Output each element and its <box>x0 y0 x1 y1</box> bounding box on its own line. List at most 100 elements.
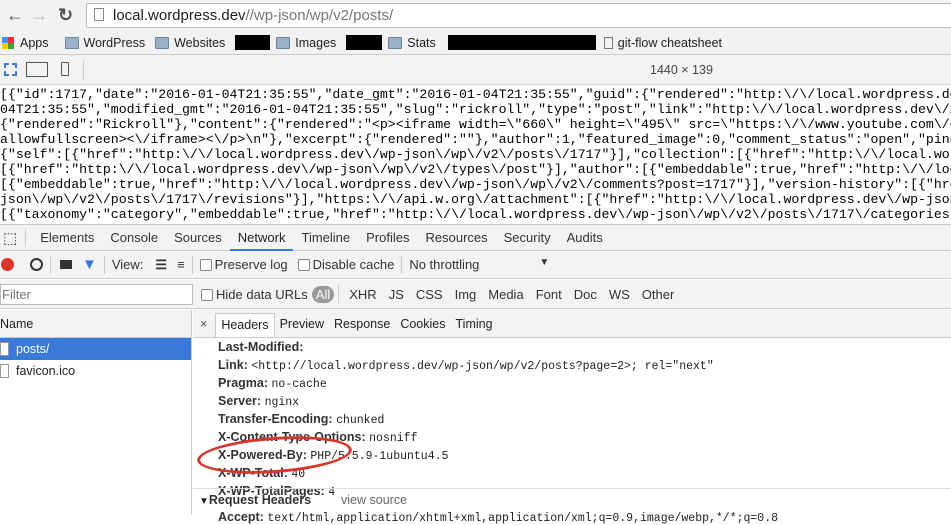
tab-sources[interactable]: Sources <box>166 225 230 251</box>
tab-timing[interactable]: Timing <box>451 313 498 337</box>
type-filter-all[interactable]: All <box>311 285 335 303</box>
type-filter-other[interactable]: Other <box>642 287 675 302</box>
type-filter-xhr[interactable]: XHR <box>349 287 376 302</box>
header-row: Accept: text/html,application/xhtml+xml,… <box>199 510 951 525</box>
bookmark-websites[interactable]: Websites <box>155 36 225 50</box>
detail-tabs: × Headers Preview Response Cookies Timin… <box>193 310 951 338</box>
preserve-log-label: Preserve log <box>214 257 288 272</box>
header-row: Server: nginx <box>218 393 951 411</box>
address-bar[interactable]: local.wordpress.dev//wp-json/wp/v2/posts… <box>86 3 951 28</box>
bookmarks-bar: Apps WordPress Websites Images Stats git… <box>0 31 951 55</box>
json-line: {"self":[{"href":"http:\/\/local.wordpre… <box>0 147 951 162</box>
bookmark-images[interactable]: Images <box>276 36 336 50</box>
tab-preview[interactable]: Preview <box>275 313 329 337</box>
tab-security[interactable]: Security <box>496 225 559 251</box>
divider <box>25 228 27 247</box>
type-filter-img[interactable]: Img <box>455 287 477 302</box>
inspect-element-icon[interactable]: ⬚ <box>3 229 17 247</box>
tab-cookies[interactable]: Cookies <box>395 313 450 337</box>
tab-network[interactable]: Network <box>229 225 294 251</box>
filter-icon[interactable]: ▼ <box>82 256 97 273</box>
devtools-tabs: ⬚ Elements Console Sources Network Timel… <box>0 224 951 251</box>
folder-icon <box>276 36 291 49</box>
section-title[interactable]: Request Headers <box>209 493 311 507</box>
waterfall-view-icon[interactable]: ≡ <box>177 257 185 272</box>
type-filter-doc[interactable]: Doc <box>574 287 597 302</box>
json-line: {"rendered":"Rickroll"},"content":{"rend… <box>0 117 951 132</box>
type-filter-font[interactable]: Font <box>536 287 562 302</box>
bookmark-wordpress[interactable]: WordPress <box>64 35 146 50</box>
bookmark-label: Apps <box>20 35 49 50</box>
hide-data-urls-label: Hide data URLs <box>216 286 308 302</box>
json-response-body: [{"id":1717,"date":"2016-01-04T21:35:55"… <box>0 87 951 224</box>
hide-data-urls-checkbox[interactable]: Hide data URLs <box>201 287 308 302</box>
redacted-block <box>346 35 383 50</box>
redacted-block <box>447 35 596 50</box>
header-key: Pragma: <box>218 376 269 390</box>
type-filter-js[interactable]: JS <box>389 287 404 302</box>
header-row-wp-total: X-WP-Total: 40 <box>218 465 951 483</box>
tab-console[interactable]: Console <box>102 225 166 251</box>
bookmark-label: Images <box>295 35 337 50</box>
throttling-select[interactable]: No throttling ▼ <box>409 257 549 272</box>
page-icon <box>603 36 613 49</box>
header-row: Pragma: no-cache <box>218 375 951 393</box>
disable-cache-label: Disable cache <box>312 257 395 272</box>
browser-toolbar: ← → ↻ local.wordpress.dev//wp-json/wp/v2… <box>0 0 951 31</box>
back-icon[interactable]: ← <box>6 5 24 26</box>
type-filter-ws[interactable]: WS <box>609 287 630 302</box>
name-column-header[interactable]: Name <box>0 310 191 338</box>
header-key: Server: <box>218 394 262 408</box>
bookmark-git-flow[interactable]: git-flow cheatsheet <box>603 36 722 50</box>
header-value: nosniff <box>369 432 418 445</box>
phone-icon[interactable] <box>61 62 69 76</box>
bookmark-stats[interactable]: Stats <box>388 36 436 50</box>
json-line: [{"href":"http:\/\/local.wordpress.dev\/… <box>0 162 951 177</box>
document-icon <box>0 342 9 356</box>
list-view-icon[interactable]: ☰ <box>155 257 167 273</box>
request-row-favicon[interactable]: favicon.ico <box>0 360 191 382</box>
json-line: [{"embeddable":true,"href":"http:\/\/loc… <box>0 177 951 192</box>
close-icon[interactable]: × <box>200 313 207 337</box>
filter-bar: Hide data URLs All XHR JS CSS Img Media … <box>0 280 951 309</box>
device-toolbar: 1440 × 139 <box>0 55 951 85</box>
url-host: local.wordpress.dev <box>113 7 246 24</box>
bookmark-label: WordPress <box>83 35 146 50</box>
divider <box>338 285 340 303</box>
responsive-icon[interactable] <box>4 63 17 76</box>
divider <box>50 255 51 274</box>
header-key: Link: <box>218 358 248 372</box>
type-filter-css[interactable]: CSS <box>416 287 443 302</box>
bookmark-apps[interactable]: Apps <box>0 36 49 50</box>
response-headers: Last-Modified: Link: <http://local.wordp… <box>193 338 951 501</box>
device-mode-icon[interactable] <box>26 62 48 77</box>
tab-elements[interactable]: Elements <box>32 225 102 251</box>
view-source-link[interactable]: view source <box>341 493 407 507</box>
tab-profiles[interactable]: Profiles <box>358 225 417 251</box>
disclosure-triangle-icon[interactable]: ▼ <box>199 496 209 507</box>
request-row-posts[interactable]: posts/ <box>0 338 191 360</box>
clear-icon[interactable] <box>30 258 43 271</box>
json-line: 04T21:35:55","modified_gmt":"2016-01-04T… <box>0 102 951 117</box>
json-line: [{"taxonomy":"category","embeddable":tru… <box>0 207 951 222</box>
header-row: Link: <http://local.wordpress.dev/wp-jso… <box>218 357 951 375</box>
forward-icon[interactable]: → <box>30 5 48 26</box>
filter-input[interactable] <box>0 283 193 305</box>
divider <box>401 255 403 274</box>
view-label: View: <box>111 257 144 272</box>
tab-timeline[interactable]: Timeline <box>293 225 358 251</box>
camera-icon[interactable] <box>60 260 72 269</box>
disable-cache-checkbox[interactable]: Disable cache <box>297 257 395 272</box>
tab-resources[interactable]: Resources <box>418 225 496 251</box>
header-key: Transfer-Encoding: <box>218 412 333 426</box>
tab-response[interactable]: Response <box>329 313 395 337</box>
request-details: × Headers Preview Response Cookies Timin… <box>193 310 951 525</box>
reload-icon[interactable]: ↻ <box>58 5 73 26</box>
tab-audits[interactable]: Audits <box>559 225 611 251</box>
record-icon[interactable] <box>1 258 14 271</box>
preserve-log-checkbox[interactable]: Preserve log <box>199 257 288 272</box>
tab-headers[interactable]: Headers <box>215 313 275 337</box>
type-filter-media[interactable]: Media <box>488 287 523 302</box>
throttling-value: No throttling <box>409 257 480 272</box>
header-row: Last-Modified: <box>218 339 951 357</box>
